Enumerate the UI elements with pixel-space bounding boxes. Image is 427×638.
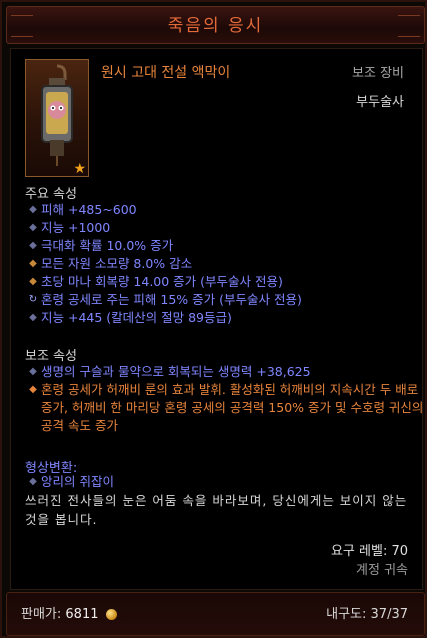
legendary-power: ◆ 혼령 공세가 허깨비 룬의 효과 발휘. 활성화된 허깨비의 지속시간 두 …	[27, 381, 426, 435]
orange-diamond-bullet-icon: ◆	[29, 384, 37, 395]
diamond-bullet-icon: ◆	[29, 476, 37, 487]
durability-value: 37/37	[370, 607, 408, 622]
tooltip-footer: 판매가: 6811 내구도: 37/37	[6, 592, 425, 636]
primary-heading: 주요 속성	[25, 187, 77, 202]
primary-stat: ◆ 모든 자원 소모량 8.0% 감소	[27, 255, 192, 273]
diamond-bullet-icon: ◆	[29, 240, 37, 251]
primary-stat: ◆ 피해 +485~600	[27, 201, 137, 219]
star-icon: ★	[73, 161, 86, 177]
item-name: 원시 고대 전설 액막이	[101, 65, 231, 81]
sell-price: 판매가: 6811	[21, 603, 117, 622]
required-level: 요구 레벨: 70	[330, 544, 408, 559]
gold-coin-icon	[105, 609, 117, 620]
durability: 내구도: 37/37	[326, 607, 408, 622]
primary-stat: ◆ 지능 +445 (칼데산의 절망 89등급)	[27, 309, 232, 327]
primary-stat: ◆ 지능 +1000	[27, 219, 110, 237]
tooltip-frame: 죽음의 응시 ★ 원시 고대 전설 액막이 보조 장비 부두술사 주요 속성 ◆…	[0, 0, 427, 638]
sell-value: 6811	[65, 607, 99, 622]
flavor-text: 쓰러진 전사들의 눈은 어둠 속을 바라보며, 당신에게는 보이지 않는 것을 …	[25, 493, 408, 527]
primary-stat: ◆ 극대화 확률 10.0% 증가	[27, 237, 173, 255]
item-type: 보조 장비	[352, 66, 404, 81]
lantern-mojo-icon	[41, 64, 73, 166]
tooltip-body: ★ 원시 고대 전설 액막이 보조 장비 부두술사 주요 속성 ◆ 피해 +48…	[10, 48, 423, 590]
orange-diamond-bullet-icon: ◆	[29, 258, 37, 269]
transmog-value: ◆ 앙리의 쥐잡이	[27, 473, 114, 491]
secondary-heading: 보조 속성	[25, 349, 77, 364]
diamond-bullet-icon: ◆	[29, 312, 37, 323]
item-title: 죽음의 응시	[167, 16, 264, 36]
orange-diamond-bullet-icon: ◆	[29, 276, 37, 287]
item-title-bar: 죽음의 응시	[6, 6, 425, 44]
primary-stat: ↻ 혼령 공세로 주는 피해 15% 증가 (부두술사 전용)	[28, 292, 302, 307]
reroll-bullet-icon: ↻	[28, 294, 38, 305]
diamond-bullet-icon: ◆	[29, 222, 37, 233]
diamond-bullet-icon: ◆	[29, 204, 37, 215]
secondary-stat: ◆ 생명의 구슬과 물약으로 회복되는 생명력 +38,625	[27, 363, 310, 381]
item-icon-box[interactable]: ★	[25, 59, 89, 177]
diamond-bullet-icon: ◆	[29, 366, 37, 377]
primary-stat: ◆ 초당 마나 회복량 14.00 증가 (부두술사 전용)	[27, 273, 283, 291]
item-class: 부두술사	[356, 95, 404, 110]
account-bound: 계정 귀속	[356, 563, 408, 578]
